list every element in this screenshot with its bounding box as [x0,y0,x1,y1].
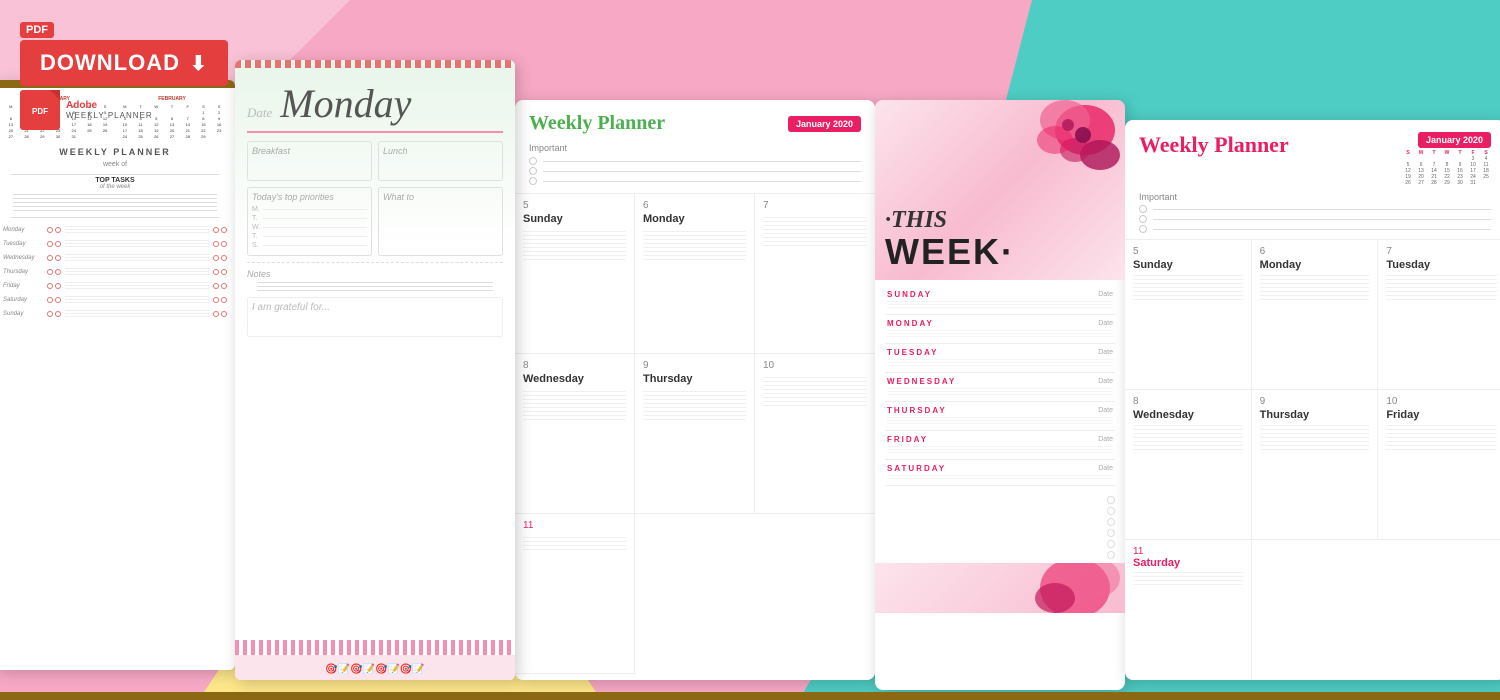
doc1-subtitle: of the week [3,184,227,190]
table-row: 5 Sunday [1125,240,1252,390]
doc3-important-lines [515,157,875,185]
table-row: 7 Tuesday [1378,240,1500,390]
doc2-pink-separator [247,131,503,133]
doc2-what-to-box: What to [378,187,503,256]
doc5-weekly-planner-pink: Weekly Planner January 2020 S M T W T F … [1125,120,1500,680]
pdf-badge: PDF [20,22,54,38]
adobe-row: PDF Adobe WEEKLY PLANNER [20,90,228,130]
doc5-important-label: Important [1125,192,1500,202]
doc2-top-border [235,60,515,68]
table-row: 7 [755,194,875,354]
doc3-weekly-planner-green: Weekly Planner January 2020 Important 5 … [515,100,875,680]
doc1-weekly-list-planner: JANUARY MTWTFSS 12345 6789101112 1314151… [0,80,235,670]
doc4-days-list: SUNDAY Date MONDAY Date TUESDAY [875,280,1125,492]
doc2-priorities-label: Today's top priorities [252,192,367,202]
list-item: Friday [3,280,227,291]
doc1-top-tasks-label: TOP TASKS [3,177,227,184]
doc2-meals: Breakfast Lunch [247,141,503,181]
doc5-right-header: January 2020 S M T W T F S 34 [1403,132,1491,186]
list-item: Wednesday [3,252,227,263]
doc2-day-name: Monday [280,80,411,127]
doc2-grateful-label: I am grateful for... [247,297,503,337]
doc2-daily-planner: Date Monday Breakfast Lunch Today's top … [235,60,515,680]
table-row: 6 Monday [1252,240,1379,390]
doc5-title: Weekly Planner [1139,132,1289,158]
doc2-content: Date Monday Breakfast Lunch Today's top … [235,68,515,349]
doc3-important-label: Important [515,143,875,153]
list-item: Sunday [3,308,227,319]
doc2-priorities-box: Today's top priorities M. T. W. T. S. [247,187,372,256]
table-row: 6 Monday [635,194,755,354]
table-row: 8 Wednesday [1125,390,1252,540]
doc5-month-badge: January 2020 [1418,132,1491,148]
doc1-days: Monday Tuesday [3,224,227,319]
list-item: WEDNESDAY Date [885,373,1115,402]
list-item: MONDAY Date [885,315,1115,344]
doc4-floral-header: ·THIS WEEK· [875,100,1125,280]
doc2-priorities-section: Today's top priorities M. T. W. T. S. Wh… [247,187,503,256]
table-row: 9 Thursday [635,354,755,514]
doc2-what-to-label: What to [383,192,498,202]
doc1-week-of: week of [3,161,227,168]
doc1-task-lines [3,194,227,211]
table-row: 8 Wednesday [515,354,635,514]
list-item: Tuesday [3,238,227,249]
download-label: DOWNLOAD [40,50,180,76]
doc2-breakfast-label: Breakfast [252,146,367,156]
table-row: 10 [755,354,875,514]
adobe-icon: PDF [20,90,60,130]
table-row: 11 Saturday [1125,540,1252,680]
doc5-mini-calendar: S M T W T F S 34 567891011 [1403,150,1491,186]
doc4-this-text: ·THIS [885,207,1115,234]
table-row: 10 Friday [1378,390,1500,540]
list-item: Saturday [3,294,227,305]
list-item: Monday [3,224,227,235]
doc2-breakfast-box: Breakfast [247,141,372,181]
download-arrow-icon: ⬇ [190,51,208,76]
svg-text:PDF: PDF [32,107,48,116]
download-button[interactable]: DOWNLOAD ⬇ [20,40,228,86]
list-item: SATURDAY Date [885,460,1115,486]
doc3-month-badge: January 2020 [788,116,861,132]
table-row: 5 Sunday [515,194,635,354]
doc2-date-row: Date Monday [247,80,503,127]
adobe-text: Adobe WEEKLY PLANNER [66,100,153,120]
table-row: 11 [515,514,635,674]
doc3-header: Weekly Planner January 2020 [515,100,875,143]
list-item: TUESDAY Date [885,344,1115,373]
doc1-title: WEEKLY PLANNER [3,147,227,157]
doc2-lunch-label: Lunch [383,146,498,156]
doc2-bottom-emoji-row: 🎯📝🎯📝🎯📝🎯📝 [235,655,515,680]
list-item: Thursday [3,266,227,277]
doc5-header: Weekly Planner January 2020 S M T W T F … [1125,120,1500,192]
list-item: SUNDAY Date [885,286,1115,315]
doc5-important-rows [1125,205,1500,233]
doc4-week-text: WEEK· [885,234,1115,270]
table-row: 9 Thursday [1252,390,1379,540]
doc2-date-label: Date [247,105,272,121]
doc2-lunch-box: Lunch [378,141,503,181]
doc2-notes-label: Notes [247,262,503,279]
doc4-this-week-text: ·THIS WEEK· [885,207,1115,270]
list-item: FRIDAY Date [885,431,1115,460]
download-area: PDF DOWNLOAD ⬇ PDF Adobe WEEKLY PLANNER [20,20,228,130]
doc3-title: Weekly Planner [529,112,665,135]
doc5-days-grid: 5 Sunday 6 Monday 7 Tuesday 8 [1125,239,1500,680]
doc3-days-grid: 5 Sunday 6 Monday 7 8 [515,193,875,674]
planners-container: JANUARY MTWTFSS 12345 6789101112 1314151… [0,50,1500,700]
list-item: THURSDAY Date [885,402,1115,431]
doc4-this-week-floral: ·THIS WEEK· SUNDAY Date MONDAY Date [875,100,1125,690]
